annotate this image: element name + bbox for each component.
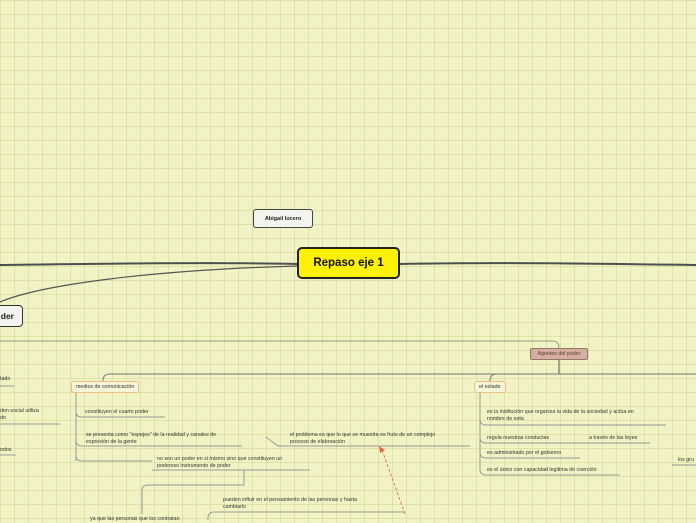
central-topic[interactable]: Repaso eje 1 — [297, 247, 400, 279]
poder-node[interactable]: der — [0, 305, 23, 327]
left-fragment-social-line2: do — [0, 414, 6, 421]
estado-item-regula[interactable]: regula nuestras conductas — [487, 435, 549, 442]
medios-item-espejos-line1: se presenta como "espejos" de la realida… — [86, 432, 217, 438]
right-fragment-gru[interactable]: los gru — [678, 457, 694, 464]
estado-item-coercion[interactable]: es el único con capacidad legitima de co… — [487, 467, 597, 474]
estado-item-institucion-line1: es la institución que organiza la vida d… — [487, 409, 634, 415]
influir-line2: cambiarlo — [223, 503, 246, 510]
medios-item-espejos-line2: expresión de la gente — [86, 438, 137, 445]
left-fragment-social-line1: den social utiliza — [0, 408, 39, 414]
medios-node[interactable]: medios de comunicación — [71, 381, 140, 393]
left-fragment-social[interactable]: den social utiliza do — [0, 408, 39, 421]
estado-node[interactable]: el estado — [474, 381, 506, 393]
estado-item-institucion[interactable]: es la institución que organiza la vida d… — [487, 409, 634, 422]
medios-item-instrumento[interactable]: no son un poder en si mismo sino que con… — [157, 456, 282, 469]
medios-item-cuarto-poder[interactable]: constituyen el cuarto poder — [85, 409, 149, 416]
medios-item-instrumento-line2: poderoso instrumento de poder — [157, 462, 231, 469]
influir-line1: pueden influir en el pensamiento de las … — [223, 497, 357, 503]
left-fragment-tado[interactable]: tado — [0, 376, 10, 383]
estado-item-leyes[interactable]: a través de las leyes — [589, 435, 637, 442]
medios-item-espejos[interactable]: se presenta como "espejos" de la realida… — [86, 432, 216, 445]
author-node[interactable]: Abigail lucero — [253, 209, 313, 228]
agentes-del-poder-node[interactable]: Agentes del poder — [530, 348, 588, 360]
problema-node[interactable]: el problema es que lo que se muestra es … — [290, 432, 435, 445]
medios-item-instrumento-line1: no son un poder en si mismo sino que con… — [157, 456, 283, 462]
problema-line2: proceso de elaboración — [290, 438, 346, 445]
estado-item-institucion-line2: nombre de esta — [487, 415, 524, 422]
left-fragment-odos[interactable]: odos — [0, 447, 12, 454]
estado-item-gobierno[interactable]: es administrado por el gobierno — [487, 450, 561, 457]
contratan-node[interactable]: ya que las personas que los contratan — [90, 516, 180, 523]
problema-line1: el problema es que lo que se muestra es … — [290, 432, 436, 438]
influir-node[interactable]: pueden influir en el pensamiento de las … — [223, 497, 357, 510]
